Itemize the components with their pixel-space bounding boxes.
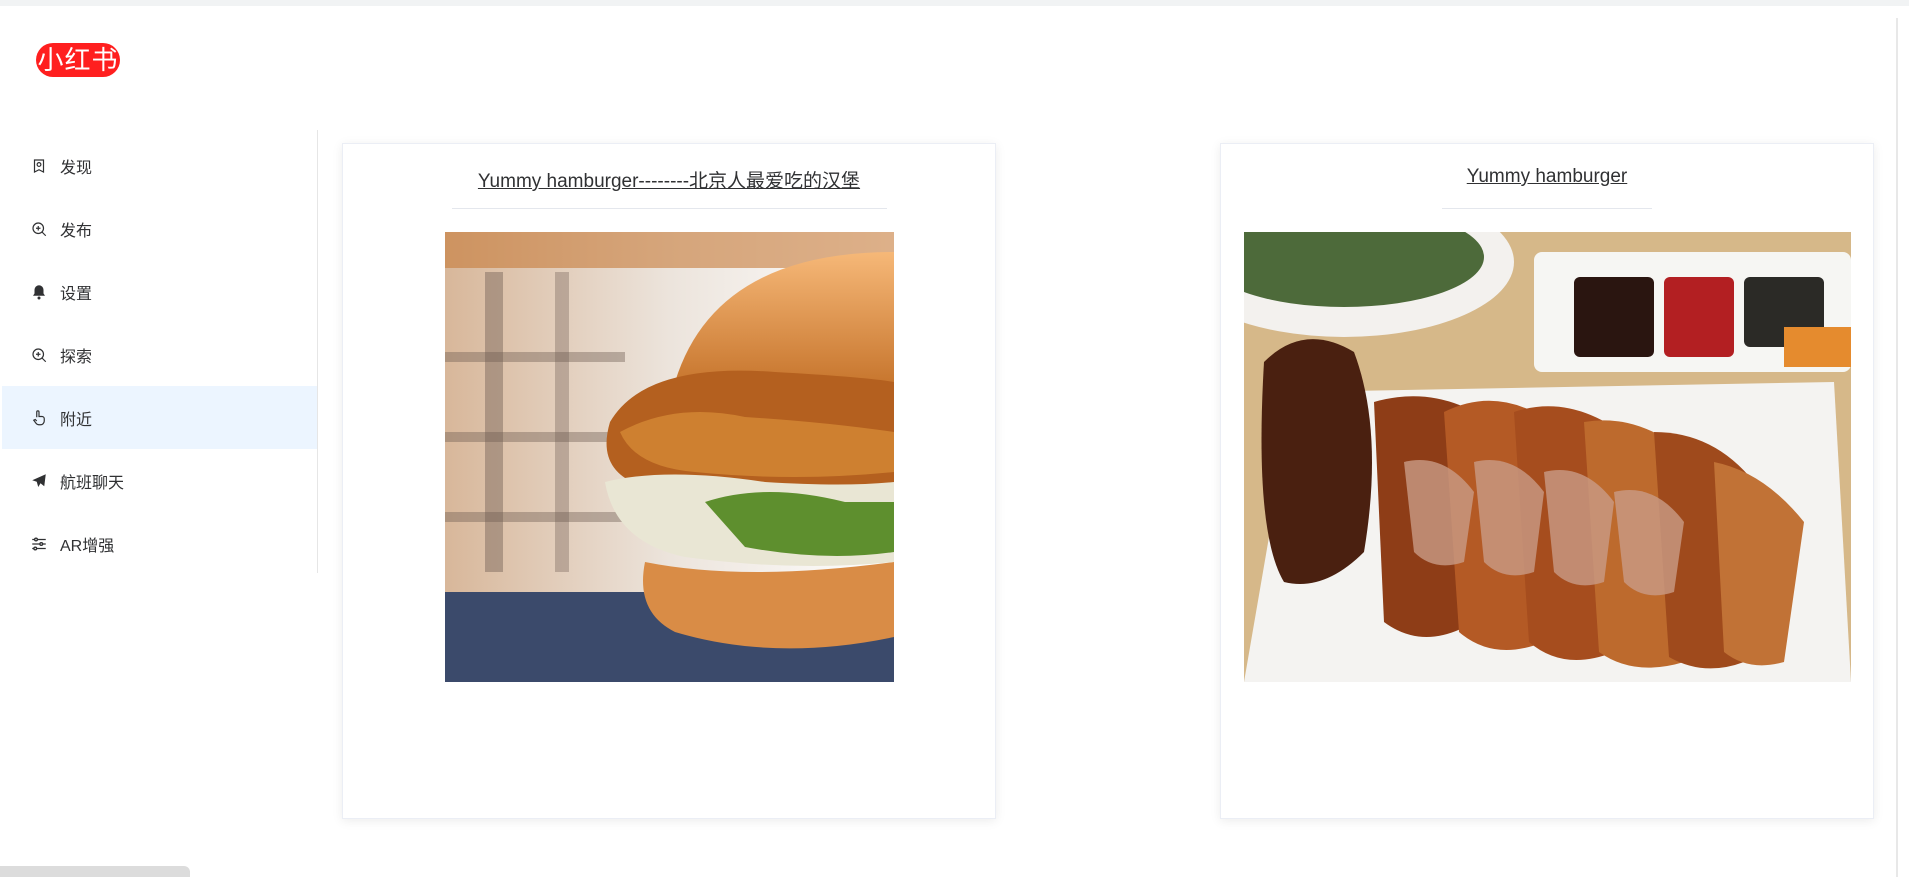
post-title-link[interactable]: Yummy hamburger--------北京人最爱吃的汉堡 [343, 166, 995, 193]
sidebar-item-label: 发布 [60, 222, 93, 240]
sidebar-item-label: 探索 [60, 348, 93, 366]
sidebar-item-ar[interactable]: AR增强 [2, 512, 317, 575]
hamburger-photo[interactable] [445, 232, 894, 682]
post-card[interactable]: Yummy hamburger [1220, 143, 1874, 819]
bell-icon [30, 283, 48, 301]
sidebar-item-nearby[interactable]: 附近 [2, 386, 317, 449]
post-title-link[interactable]: Yummy hamburger [1221, 166, 1873, 188]
divider [1442, 208, 1652, 209]
sidebar-item-label: AR增强 [60, 537, 115, 555]
compass-icon [30, 157, 48, 175]
zoom-in-icon [30, 220, 48, 238]
sidebar-item-label: 设置 [60, 285, 93, 303]
post-card[interactable]: Yummy hamburger--------北京人最爱吃的汉堡 [342, 143, 996, 819]
sliders-icon [30, 535, 48, 553]
roast-duck-photo[interactable] [1244, 232, 1851, 682]
pointer-icon [30, 409, 48, 427]
browser-bookmarks-bar [0, 0, 1909, 6]
sidebar-item-label: 发现 [60, 159, 93, 177]
sidebar-item-label: 附近 [60, 411, 93, 429]
zoom-in-icon [30, 346, 48, 364]
sidebar-item-settings[interactable]: 设置 [2, 260, 317, 323]
divider [452, 208, 887, 209]
browser-status-bar [0, 866, 190, 877]
sidebar-item-flight-chat[interactable]: 航班聊天 [2, 449, 317, 512]
sidebar-item-label: 航班聊天 [60, 474, 125, 492]
app-logo[interactable]: 小红书 [36, 43, 120, 77]
paper-plane-icon [30, 472, 48, 490]
sidebar-item-discover[interactable]: 发现 [2, 134, 317, 197]
sidebar-menu: 发现 发布 设置 探索 附近 航班聊天 AR增强 [0, 130, 318, 573]
sidebar-item-explore[interactable]: 探索 [2, 323, 317, 386]
sidebar-item-publish[interactable]: 发布 [2, 197, 317, 260]
